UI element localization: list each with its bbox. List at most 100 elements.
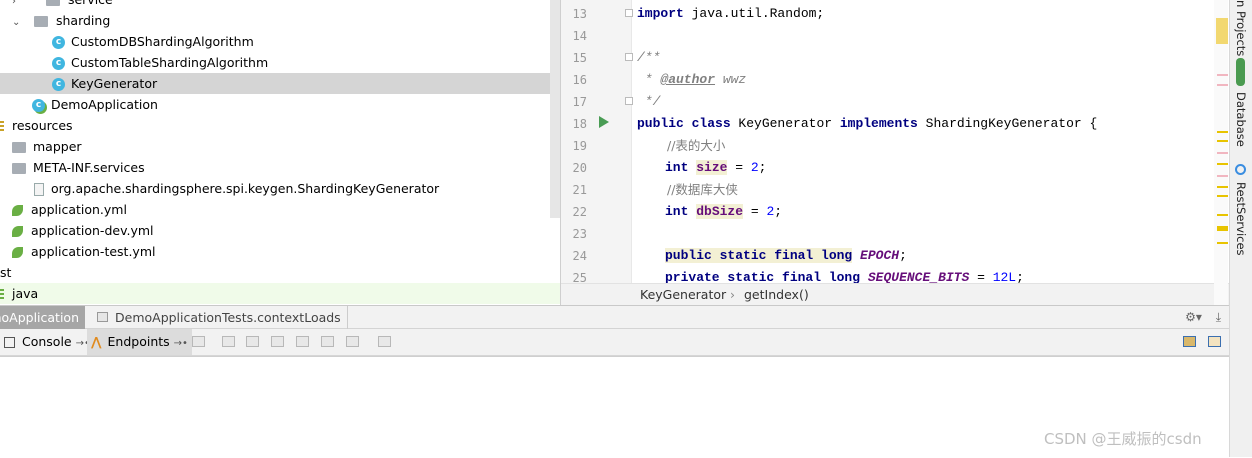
code-token: ; [1016, 270, 1024, 283]
tree-item-label: CustomDBShardingAlgorithm [70, 34, 254, 49]
code-token: ; [758, 160, 767, 175]
stripe-marker[interactable] [1217, 74, 1228, 76]
tree-item-application-test-yml[interactable]: application-test.yml [0, 241, 560, 262]
code-token: 2 [750, 160, 759, 175]
line-number: 13 [572, 7, 587, 21]
line-number: 20 [572, 161, 587, 175]
folder-icon [45, 0, 60, 6]
fold-marker-icon[interactable] [625, 9, 633, 17]
code-token: SEQUENCE_BITS [867, 270, 970, 283]
tree-item-mapper[interactable]: mapper [0, 136, 560, 157]
tree-scrollbar[interactable] [550, 0, 560, 218]
class-icon: c [52, 36, 65, 49]
spring-yml-icon [12, 247, 23, 258]
line-number: 19 [572, 139, 587, 153]
tree-item-label: java [11, 286, 39, 301]
soft-wrap-icon[interactable] [192, 336, 205, 347]
line-number: 25 [572, 271, 587, 283]
tree-item-resources[interactable]: resources [0, 115, 550, 136]
resources-folder-icon [0, 120, 4, 133]
settings-layout-icon[interactable] [1208, 336, 1221, 347]
hide-icon[interactable]: ⤓ [1216, 310, 1221, 324]
clear-icon[interactable] [321, 336, 334, 347]
tree-item-sharding-key-generator-spi[interactable]: org.apache.shardingsphere.spi.keygen.Sha… [0, 178, 560, 199]
stripe-marker[interactable] [1217, 186, 1228, 188]
fold-marker-icon[interactable] [625, 97, 633, 105]
code-token: implements [839, 116, 918, 131]
spring-yml-icon [12, 226, 23, 237]
code-line-20: int size = 2; [665, 157, 766, 179]
stripe-marker[interactable] [1217, 195, 1228, 197]
tree-item-label: CustomTableShardingAlgorithm [70, 55, 269, 70]
line-number: 17 [572, 95, 587, 109]
code-token: public static final long [665, 248, 853, 263]
database-tool-tab[interactable]: Database [1234, 92, 1248, 147]
code-line-21: //数据库大侠 [667, 182, 738, 197]
rest-services-icon [1235, 164, 1246, 175]
scroll-end-icon[interactable] [222, 336, 235, 347]
stripe-marker[interactable] [1217, 84, 1228, 86]
line-number: 24 [572, 249, 587, 263]
tree-item-application-dev-yml[interactable]: application-dev.yml [0, 220, 560, 241]
tree-item-test[interactable]: st [0, 262, 550, 283]
tree-item-demo-application[interactable]: c DemoApplication [0, 94, 560, 115]
code-token: = [727, 160, 751, 175]
breadcrumb-method[interactable]: getIndex() [744, 284, 809, 306]
line-number: 18 [572, 117, 587, 131]
tree-item-meta-inf-services[interactable]: META-INF.services [0, 157, 560, 178]
step-over-icon[interactable] [246, 336, 259, 347]
code-line-13: import java.util.Random; [637, 3, 824, 25]
stripe-marker[interactable] [1217, 175, 1228, 177]
run-subtoolbar: Console →• ⋀ Endpoints →• [0, 329, 1229, 356]
stripe-marker[interactable] [1217, 214, 1228, 216]
code-line-17: */ [637, 94, 661, 109]
endpoints-tab[interactable]: ⋀ Endpoints →• [87, 329, 192, 355]
editor-gutter: 13 14 15 16 17 18 19 20 21 22 23 24 25 [561, 0, 633, 283]
tree-item-sharding[interactable]: ⌄ sharding [0, 10, 560, 31]
tree-item-label: KeyGenerator [70, 76, 158, 91]
code-token: 12L [992, 270, 1017, 283]
tool-window-actions: ⚙▾ ⤓ [1185, 306, 1221, 329]
code-token: import [637, 6, 684, 21]
projects-tool-tab[interactable]: n Projects [1234, 0, 1248, 56]
layout-icon[interactable] [378, 336, 391, 347]
tree-item-custom-table-sharding[interactable]: c CustomTableShardingAlgorithm [0, 52, 560, 73]
run-tab-demo-application[interactable]: DemoApplication [0, 306, 85, 329]
code-line-18: public class KeyGenerator implements Sha… [637, 113, 1097, 135]
code-token: dbSize [696, 204, 744, 219]
gear-icon[interactable]: ⚙▾ [1185, 310, 1202, 324]
console-tab[interactable]: Console →• [4, 329, 90, 355]
code-line-15: /** [637, 50, 661, 65]
stripe-marker[interactable] [1217, 152, 1228, 154]
tree-item-test-java[interactable]: java [0, 283, 560, 304]
line-number: 16 [572, 73, 587, 87]
chevron-down-icon[interactable]: ⌄ [12, 12, 24, 33]
tree-item-custom-db-sharding[interactable]: c CustomDBShardingAlgorithm [0, 31, 560, 52]
rest-services-tool-tab[interactable]: RestServices [1234, 182, 1248, 256]
scroll-thumb[interactable] [1216, 18, 1228, 44]
breadcrumb-class[interactable]: KeyGenerator [640, 284, 726, 306]
stripe-marker[interactable] [1217, 226, 1228, 231]
fold-marker-icon[interactable] [625, 53, 633, 61]
step-out-icon[interactable] [296, 336, 309, 347]
run-tab-context-loads[interactable]: DemoApplicationTests.contextLoads [109, 306, 348, 329]
code-editor[interactable]: 13 14 15 16 17 18 19 20 21 22 23 24 25 i… [561, 0, 1229, 283]
line-number: 23 [572, 227, 587, 241]
code-line-16: * @author wwz [637, 69, 746, 91]
tree-item-service[interactable]: › service [0, 0, 560, 10]
stripe-marker[interactable] [1217, 140, 1228, 142]
run-tabs-bar: DemoApplication DemoApplicationTests.con… [0, 305, 1229, 329]
tree-item-application-yml[interactable]: application.yml [0, 199, 560, 220]
step-into-icon[interactable] [271, 336, 284, 347]
filter-icon[interactable] [346, 336, 359, 347]
code-token: KeyGenerator [730, 116, 840, 131]
error-stripe[interactable] [1214, 0, 1228, 305]
tree-item-key-generator[interactable]: c KeyGenerator [0, 73, 560, 94]
run-gutter-icon[interactable] [599, 116, 609, 128]
tree-item-label: st [0, 265, 12, 280]
stripe-marker[interactable] [1217, 242, 1228, 244]
restore-layout-icon[interactable] [1183, 336, 1196, 347]
code-token: int [665, 160, 689, 175]
stripe-marker[interactable] [1217, 163, 1228, 165]
stripe-marker[interactable] [1217, 131, 1228, 133]
